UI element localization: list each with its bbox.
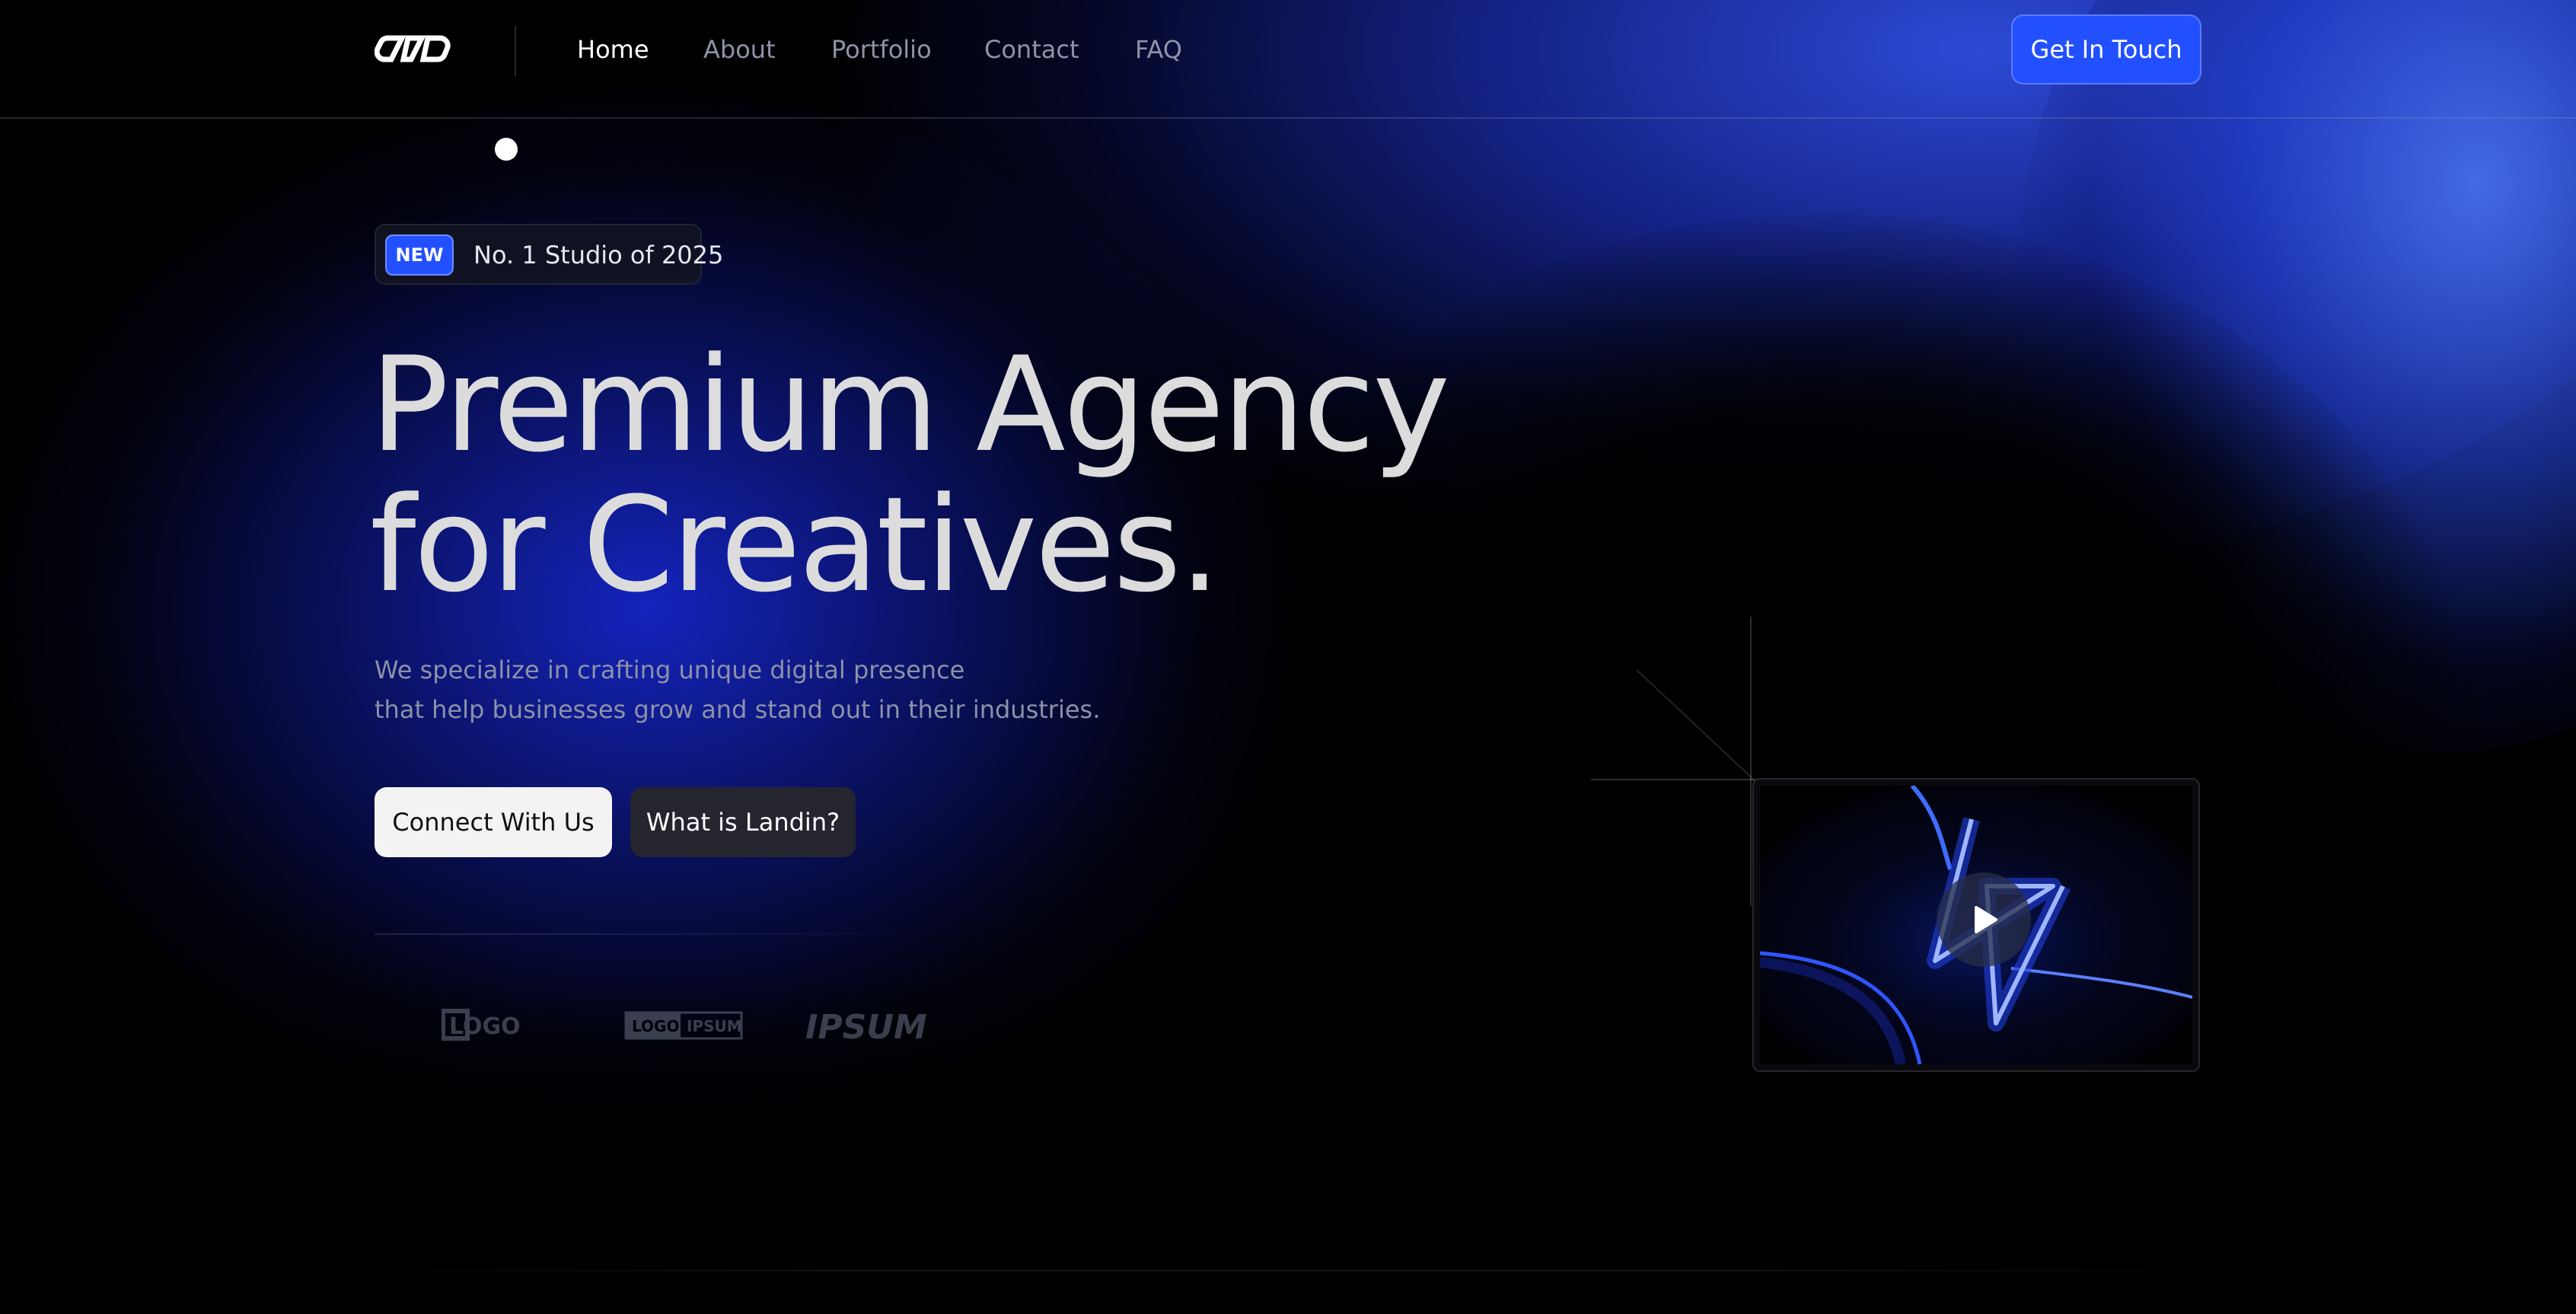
what-is-landin-button[interactable]: What is Landin? [630, 787, 856, 857]
partner-logo-2: LOGO IPSUM [624, 1011, 743, 1040]
nav-item-about[interactable]: About [703, 33, 776, 65]
video-thumbnail [1760, 786, 2192, 1064]
partner-logo-2-text-a: LOGO [632, 1017, 679, 1035]
cursor-dot [495, 138, 518, 161]
hero-title-line-2: for Creatives. [370, 468, 1221, 621]
partner-logo-1-text: LOGO [449, 1013, 521, 1040]
play-button[interactable] [1937, 872, 2031, 967]
announcement-badge: NEW No. 1 Studio of 2025 [375, 224, 723, 285]
partner-logo-3: IPSUM [805, 1008, 927, 1043]
section-divider [375, 933, 968, 935]
play-icon [1975, 906, 1997, 933]
partner-logo-2-text-b: IPSUM [687, 1017, 742, 1035]
connect-with-us-button[interactable]: Connect With Us [375, 787, 612, 857]
hero-subtitle-line-2: that help businesses grow and stand out … [375, 695, 1101, 724]
nav-item-home[interactable]: Home [577, 33, 649, 65]
footer-divider [297, 1270, 2279, 1271]
partner-logo-1: LOGO [442, 1009, 521, 1041]
badge-text: No. 1 Studio of 2025 [473, 241, 724, 269]
hero-title-line-1: Premium Agency [370, 328, 1450, 481]
get-in-touch-button[interactable]: Get In Touch [2011, 14, 2201, 85]
top-navigation: Home About Portfolio Contact FAQ Get In … [0, 0, 2576, 119]
nav-item-portfolio[interactable]: Portfolio [831, 33, 932, 65]
intro-video-card[interactable] [1752, 778, 2200, 1072]
hero-subtitle-line-1: We specialize in crafting unique digital… [375, 655, 965, 684]
new-tag: NEW [385, 234, 454, 276]
infinity-chain-icon[interactable] [375, 33, 454, 64]
nav-divider [515, 26, 516, 76]
nav-item-faq[interactable]: FAQ [1135, 33, 1182, 65]
nav-item-contact[interactable]: Contact [984, 33, 1079, 65]
partner-logo-3-text: IPSUM [805, 1008, 927, 1043]
